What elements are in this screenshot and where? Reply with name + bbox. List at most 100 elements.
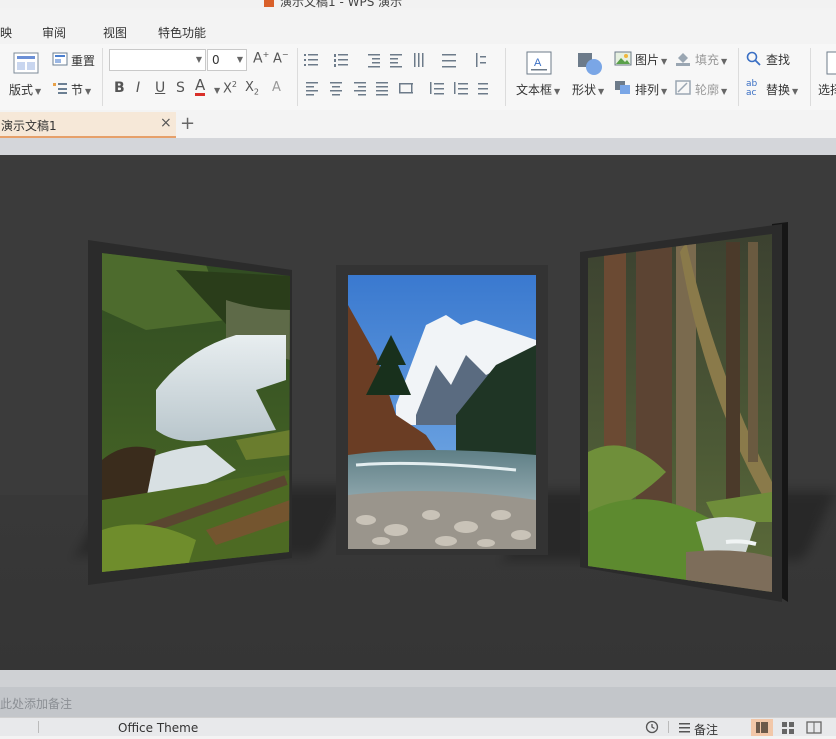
replace-label: 替换 (766, 83, 791, 97)
tab-special-features[interactable]: 特色功能 (158, 24, 206, 41)
chevron-down-icon: ▼ (236, 55, 243, 64)
italic-icon[interactable]: I (136, 80, 140, 96)
divider (102, 48, 103, 106)
bold-icon[interactable]: B (114, 80, 125, 96)
strikethrough-icon[interactable]: S (176, 80, 185, 96)
arrange-label: 排列 (635, 83, 660, 97)
svg-text:A: A (534, 57, 542, 69)
reset-icon (52, 52, 68, 66)
divider (297, 48, 298, 106)
layout-icon (13, 52, 39, 74)
divider (738, 48, 739, 106)
normal-view-button[interactable] (751, 719, 773, 736)
replace-icon: ab ac (746, 79, 758, 98)
clear-format-icon[interactable]: A (272, 80, 281, 95)
select-button[interactable]: 选择 (818, 81, 836, 98)
chevron-down-icon: ▼ (598, 87, 605, 96)
divider (38, 721, 39, 733)
section-button[interactable]: 节 ▼ (71, 81, 91, 98)
divider (505, 48, 506, 106)
chevron-down-icon: ▼ (792, 87, 799, 96)
subscript-icon[interactable]: X2 (245, 80, 259, 97)
window-title: 演示文稿1 - WPS 演示 (264, 0, 402, 8)
font-size-value: 0 (212, 53, 220, 67)
arrange-icon (615, 81, 630, 94)
fill-button[interactable]: 填充 ▼ (695, 51, 727, 68)
theme-name: Office Theme (118, 721, 199, 735)
close-icon[interactable]: × (160, 115, 172, 131)
history-icon[interactable] (644, 720, 660, 734)
add-tab-icon[interactable]: + (180, 113, 195, 134)
picture-button[interactable]: 图片 ▼ (635, 51, 667, 68)
wps-app-icon (264, 0, 274, 7)
notes-toggle-button[interactable]: 备注 (694, 721, 718, 738)
shape-label: 形状 (572, 83, 597, 97)
picture-forest[interactable] (576, 222, 792, 605)
chevron-down-icon: ▼ (721, 57, 728, 66)
textbox-label: 文本框 (516, 83, 553, 97)
textbox-button[interactable]: 文本框 ▼ (516, 81, 560, 98)
notes-placeholder: 单击此处添加备注 (0, 697, 73, 711)
menu-bar: 映 审阅 视图 特色功能 (0, 20, 836, 44)
section-icon (53, 83, 67, 94)
chevron-down-icon: ▼ (661, 87, 668, 96)
picture-label: 图片 (635, 53, 660, 67)
superscript-icon[interactable]: X2 (223, 80, 237, 96)
shrink-font-icon[interactable]: A− (273, 50, 289, 66)
search-icon (746, 51, 761, 66)
notes-icon (679, 723, 690, 733)
workspace-gap (0, 138, 836, 155)
picture-mountain[interactable] (336, 265, 548, 555)
font-name-select[interactable]: ▼ (109, 49, 206, 71)
outline-icon (675, 80, 691, 95)
normal-view-icon (756, 722, 768, 733)
tab-slideshow[interactable]: 映 (0, 24, 12, 41)
textbox-icon: A (526, 51, 552, 75)
font-size-select[interactable]: 0 ▼ (207, 49, 247, 71)
slide-sorter-button[interactable] (777, 719, 799, 736)
shape-icon (578, 53, 602, 75)
reading-view-button[interactable] (803, 719, 825, 736)
chevron-down-icon: ▼ (721, 87, 728, 96)
layout-label: 版式 (9, 83, 34, 97)
section-label: 节 (71, 83, 84, 97)
chevron-down-icon: ▼ (35, 87, 42, 96)
fill-label: 填充 (695, 53, 720, 67)
tab-view[interactable]: 视图 (103, 24, 127, 41)
picture-waterfall[interactable] (86, 240, 296, 585)
picture-icon (614, 51, 632, 66)
arrange-button[interactable]: 排列 ▼ (635, 81, 667, 98)
chevron-down-icon: ▼ (661, 57, 668, 66)
paragraph-tools[interactable] (304, 52, 494, 68)
shape-button[interactable]: 形状 ▼ (572, 81, 604, 98)
divider (668, 721, 669, 733)
document-tab-label: 演示文稿1 (1, 119, 57, 133)
chevron-down-icon: ▼ (554, 87, 561, 96)
layout-button[interactable]: 版式 ▼ (9, 81, 41, 98)
tab-document[interactable]: 演示文稿1 × (0, 112, 176, 138)
reading-view-icon (806, 721, 822, 734)
chevron-down-icon[interactable]: ▼ (214, 86, 220, 95)
select-icon (826, 51, 836, 75)
tab-review[interactable]: 审阅 (42, 24, 66, 41)
divider (810, 48, 811, 106)
chevron-down-icon: ▼ (85, 87, 92, 96)
font-color-icon[interactable]: A (195, 78, 206, 96)
fill-icon (676, 53, 690, 66)
find-button[interactable]: 查找 (766, 51, 790, 68)
window-title-text: 演示文稿1 - WPS 演示 (280, 0, 403, 8)
grow-font-icon[interactable]: A+ (253, 50, 269, 67)
grid-view-icon (782, 722, 794, 734)
slide-canvas[interactable] (0, 155, 836, 670)
replace-button[interactable]: 替换 ▼ (766, 81, 798, 98)
reset-button[interactable]: 重置 (71, 52, 95, 69)
underline-icon[interactable]: U (155, 80, 165, 96)
status-bar: Office Theme 备注 (0, 717, 836, 738)
alignment-tools[interactable] (304, 80, 494, 96)
ribbon-toolbar: 版式 ▼ 重置 节 ▼ ▼ 0 ▼ A+ A− B I U S A ▼ X2 X2 … (0, 44, 836, 111)
chevron-down-icon: ▼ (195, 55, 202, 64)
outline-button[interactable]: 轮廓 ▼ (695, 81, 727, 98)
notes-pane[interactable]: 单击此处添加备注 (0, 687, 836, 717)
title-bar: 演示文稿1 - WPS 演示 (0, 0, 836, 8)
notes-gap (0, 670, 836, 687)
